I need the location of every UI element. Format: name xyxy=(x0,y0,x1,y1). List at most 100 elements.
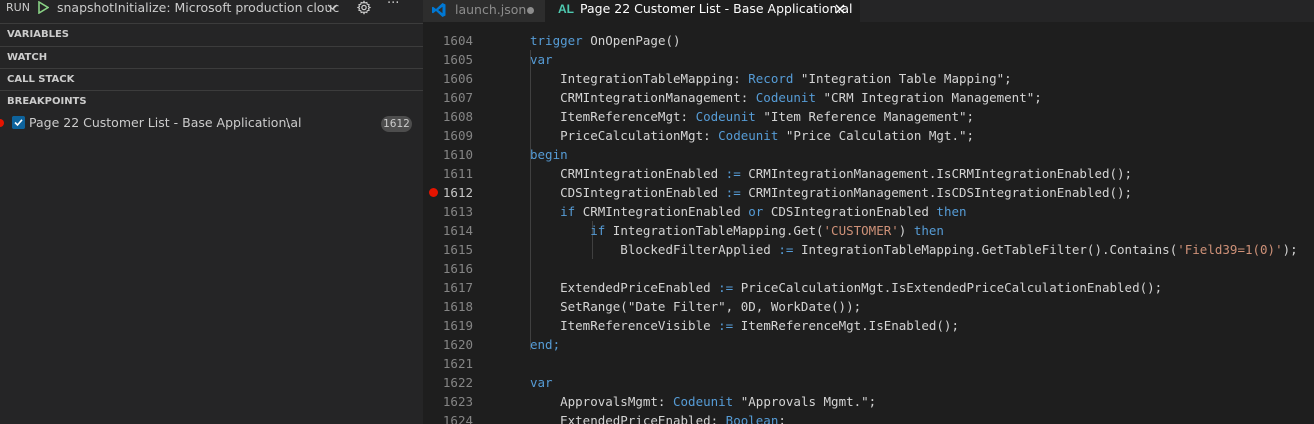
line-number: 1621 xyxy=(442,356,473,371)
code-token: then xyxy=(936,204,967,219)
code-token: Codeunit xyxy=(755,90,816,105)
launch-config-select[interactable]: snapshotInitialize: Microsoft production… xyxy=(49,0,345,15)
code-token: ApprovalsMgmt: xyxy=(530,394,673,409)
code-token: IntegrationTableMapping: xyxy=(530,71,749,86)
code-token: Codeunit xyxy=(673,394,734,409)
code-token: IntegrationTableMapping.GetTableFilter()… xyxy=(793,242,1178,257)
code-text: if IntegrationTableMapping.Get('CUSTOMER… xyxy=(530,221,944,240)
code-token: "Price Calculation Mgt."; xyxy=(778,128,975,143)
editor-tab-bar: launch.json AL Page 22 Customer List - B… xyxy=(423,0,1314,22)
gear-icon[interactable] xyxy=(356,0,372,15)
run-label: RUN xyxy=(6,1,30,14)
line-number: 1609 xyxy=(442,128,473,143)
code-line: 1618 SetRange("Date Filter", 0D, WorkDat… xyxy=(423,297,1314,316)
code-token: := xyxy=(778,242,794,257)
code-line: 1609 PriceCalculationMgt: Codeunit "Pric… xyxy=(423,126,1314,145)
tab-customer-list[interactable]: AL Page 22 Customer List - Base Applicat… xyxy=(545,0,860,22)
code-text: trigger OnOpenPage() xyxy=(530,31,681,50)
al-file-icon: AL xyxy=(558,2,574,16)
code-text: IntegrationTableMapping: Record "Integra… xyxy=(530,69,1012,88)
code-line: 1623 ApprovalsMgmt: Codeunit "Approvals … xyxy=(423,392,1314,411)
code-token: "CRM Integration Management"; xyxy=(816,90,1042,105)
vscode-icon xyxy=(432,3,446,17)
code-line: 1604 trigger OnOpenPage() xyxy=(423,31,1314,50)
tab-launch-json[interactable]: launch.json xyxy=(423,0,545,22)
breakpoint-line-badge: 1612 xyxy=(381,116,412,132)
code-token: CRMIntegrationManagement.IsCRMIntegratio… xyxy=(740,166,1133,181)
code-token: ItemReferenceMgt.IsEnabled(); xyxy=(733,318,959,333)
line-number: 1604 xyxy=(442,33,473,48)
code-line: 1624 ExtendedPriceEnabled: Boolean; xyxy=(423,411,1314,424)
code-token: if xyxy=(560,204,576,219)
code-token: ItemReferenceVisible xyxy=(530,318,719,333)
code-token: CDSIntegrationEnabled xyxy=(763,204,937,219)
breakpoint-enabled-checkbox[interactable] xyxy=(12,116,25,129)
code-token: CDSIntegrationEnabled xyxy=(530,185,726,200)
line-number: 1611 xyxy=(442,166,473,181)
code-text: CRMIntegrationEnabled := CRMIntegrationM… xyxy=(530,164,1132,183)
code-token: := xyxy=(718,318,734,333)
code-text: BlockedFilterApplied := IntegrationTable… xyxy=(530,240,1297,259)
code-token: CRMIntegrationEnabled xyxy=(530,166,726,181)
code-token: CRMIntegrationEnabled xyxy=(575,204,749,219)
code-token: "Item Reference Management"; xyxy=(755,109,975,124)
code-text: ExtendedPriceEnabled := PriceCalculation… xyxy=(530,278,1162,297)
unsaved-dot-icon xyxy=(527,7,534,14)
code-token: 'Field39=1(0)' xyxy=(1177,242,1283,257)
code-text: if CRMIntegrationEnabled or CDSIntegrati… xyxy=(530,202,967,221)
code-token: "Approvals Mgmt."; xyxy=(733,394,877,409)
code-text: ExtendedPriceEnabled: Boolean; xyxy=(530,411,786,424)
code-line: 1614 if IntegrationTableMapping.Get('CUS… xyxy=(423,221,1314,240)
line-number: 1612 xyxy=(442,185,473,200)
line-number: 1620 xyxy=(442,337,473,352)
code-text: SetRange("Date Filter", 0D, WorkDate()); xyxy=(530,297,861,316)
code-token: Record xyxy=(748,71,794,86)
code-token: := xyxy=(718,280,734,295)
tab-label: launch.json xyxy=(455,2,527,17)
code-line: 1617 ExtendedPriceEnabled := PriceCalcul… xyxy=(423,278,1314,297)
code-token: "Integration Table Mapping"; xyxy=(793,71,1012,86)
line-number: 1618 xyxy=(442,299,473,314)
line-number: 1608 xyxy=(442,109,473,124)
code-line: 1613 if CRMIntegrationEnabled or CDSInte… xyxy=(423,202,1314,221)
code-token: Codeunit xyxy=(695,109,756,124)
line-number: 1624 xyxy=(442,413,473,424)
call-stack-section-header[interactable]: CALL STACK xyxy=(0,69,423,91)
watch-section-header[interactable]: WATCH xyxy=(0,47,423,69)
chevron-down-icon xyxy=(327,4,338,10)
breakpoints-section-header[interactable]: BREAKPOINTS xyxy=(0,91,423,113)
code-token: Boolean xyxy=(725,413,779,424)
more-actions-button[interactable]: ··· xyxy=(387,0,405,14)
line-number: 1616 xyxy=(442,261,473,276)
code-line: 1607 CRMIntegrationManagement: Codeunit … xyxy=(423,88,1314,107)
code-editor[interactable]: 1604 trigger OnOpenPage() 1605 var 1606 Inte… xyxy=(423,22,1314,424)
code-text: CRMIntegrationManagement: Codeunit "CRM … xyxy=(530,88,1042,107)
variables-section-header[interactable]: VARIABLES xyxy=(0,24,423,46)
close-icon[interactable] xyxy=(833,2,847,16)
code-token: SetRange("Date Filter", 0D, WorkDate()); xyxy=(530,299,862,314)
breakpoint-path: \ xyxy=(286,115,291,130)
code-line: 1619 ItemReferenceVisible := ItemReferen… xyxy=(423,316,1314,335)
code-token: if xyxy=(590,223,606,238)
debug-sidebar: RUN snapshotInitialize: Microsoft produc… xyxy=(0,0,423,424)
code-line: 1615 BlockedFilterApplied := Integration… xyxy=(423,240,1314,259)
code-token: PriceCalculationMgt: xyxy=(530,128,719,143)
code-line: 1606 IntegrationTableMapping: Record "In… xyxy=(423,69,1314,88)
code-token: var xyxy=(530,52,553,67)
code-token: CRMIntegrationManagement: xyxy=(530,90,756,105)
code-token: Codeunit xyxy=(718,128,779,143)
code-text: end; xyxy=(530,335,560,354)
code-token: PriceCalculationMgt.IsExtendedPriceCalcu… xyxy=(733,280,1163,295)
code-line: 1612 CDSIntegrationEnabled := CRMIntegra… xyxy=(423,183,1314,202)
code-token: ItemReferenceMgt: xyxy=(530,109,696,124)
breakpoint-item[interactable]: Page 22 Customer List - Base Application… xyxy=(0,113,423,133)
code-line: 1608 ItemReferenceMgt: Codeunit "Item Re… xyxy=(423,107,1314,126)
code-text: ItemReferenceMgt: Codeunit "Item Referen… xyxy=(530,107,974,126)
code-line: 1605 var xyxy=(423,50,1314,69)
code-text: ItemReferenceVisible := ItemReferenceMgt… xyxy=(530,316,959,335)
play-icon[interactable] xyxy=(37,1,49,14)
code-token: end; xyxy=(530,337,561,352)
breakpoint-icon xyxy=(0,119,4,127)
code-text: var xyxy=(530,50,553,69)
